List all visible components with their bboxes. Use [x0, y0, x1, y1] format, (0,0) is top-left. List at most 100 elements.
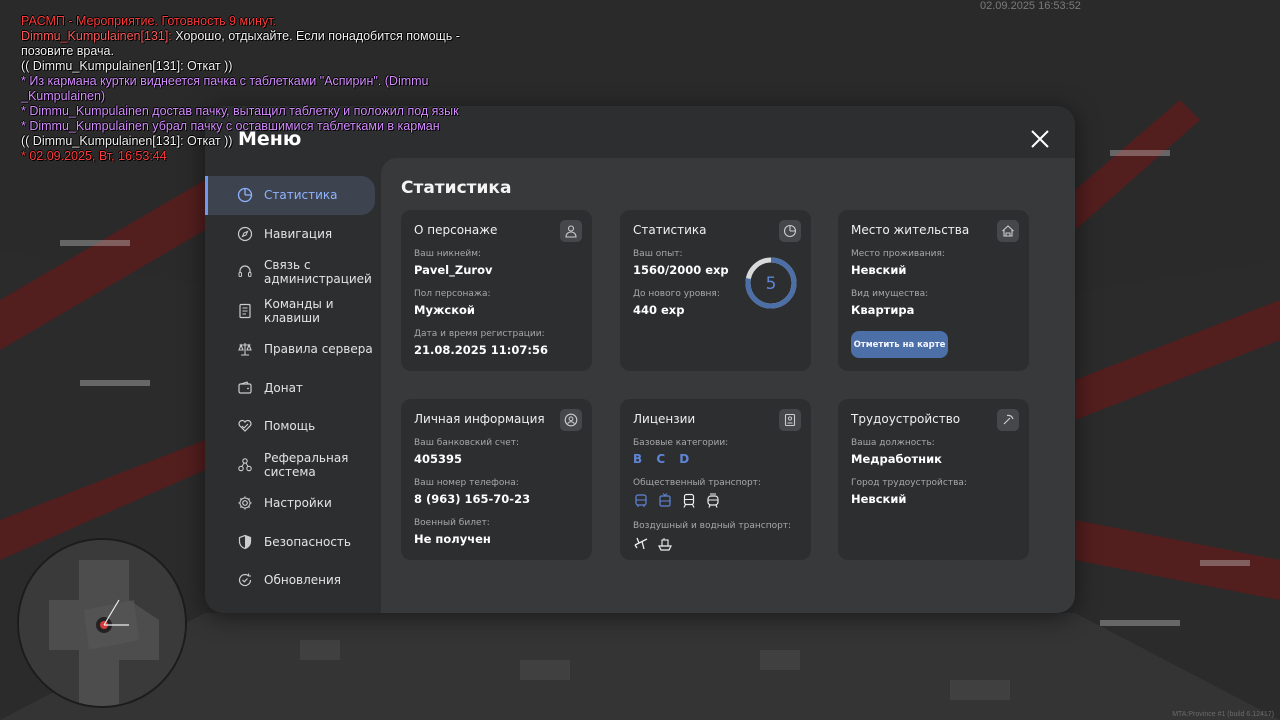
pie-chart-icon	[237, 188, 253, 203]
chat-line: * 02.09.2025, Вт, 16:53:44	[21, 149, 167, 163]
card-icon-box	[560, 409, 582, 431]
card-icon-box	[560, 220, 582, 242]
card-icon-box	[779, 220, 801, 242]
sidebar-item-donate[interactable]: Донат	[205, 369, 381, 408]
heart-hands-icon	[238, 420, 252, 433]
document-icon	[239, 303, 251, 318]
content-title: Статистика	[401, 178, 512, 198]
sidebar-item-navigation[interactable]: Навигация	[205, 215, 381, 254]
card-title: Место жительства	[851, 223, 970, 237]
residence-value: Невский	[851, 263, 907, 277]
nickname-value: Pavel_Zurov	[414, 263, 493, 277]
card-icon-box	[779, 409, 801, 431]
user-icon	[565, 225, 577, 238]
sidebar-item-label: Навигация	[264, 226, 333, 241]
card-residence: Место жительства Место проживания: Невск…	[838, 210, 1029, 371]
card-title: Трудоустройство	[851, 412, 961, 426]
sidebar-item-updates[interactable]: Обновления	[205, 561, 381, 600]
air-water-transport-icons	[633, 536, 798, 552]
public-transport-icons	[633, 493, 798, 509]
bank-account-label: Ваш банковский счет:	[414, 438, 520, 448]
main-menu-panel: Статистика Навигация Связь с администрац…	[205, 106, 1075, 613]
job-city-value: Невский	[851, 492, 907, 506]
chat-line: (( Dimmu_Kumpulainen[131]: Откат ))	[21, 59, 233, 73]
basic-categories-label: Базовые категории:	[633, 438, 729, 448]
phone-label: Ваш номер телефона:	[414, 478, 519, 488]
bank-account-value: 405395	[414, 452, 463, 466]
mark-on-map-button[interactable]: Отметить на карте	[851, 331, 948, 358]
sidebar-item-security[interactable]: Безопасность	[205, 523, 381, 562]
close-icon[interactable]	[1030, 129, 1050, 149]
phone-value: 8 (963) 165-70-23	[414, 492, 531, 506]
sidebar-item-commands[interactable]: Команды и клавиши	[205, 292, 381, 331]
sidebar-item-label: Статистика	[264, 188, 338, 203]
sidebar-item-settings[interactable]: Настройки	[205, 484, 381, 523]
card-employment: Трудоустройство Ваша должность: Медработ…	[838, 399, 1029, 560]
card-icon-box	[997, 220, 1019, 242]
sidebar-item-statistics[interactable]: Статистика	[205, 176, 375, 215]
sidebar-item-help[interactable]: Помощь	[205, 407, 381, 446]
train-icon	[683, 493, 695, 508]
ship-icon	[658, 538, 672, 551]
sidebar-item-label: Реферальная система	[264, 450, 349, 479]
sidebar-item-label: Помощь	[264, 419, 316, 434]
card-personal: Личная информация Ваш банковский счет: 4…	[401, 399, 592, 560]
profile-circle-icon	[564, 413, 578, 427]
chat-line: * Dimmu_Kumpulainen убрал пачку с оставш…	[21, 119, 440, 133]
registration-label: Дата и время регистрации:	[414, 329, 545, 339]
trolleybus-icon	[659, 493, 671, 507]
nickname-label: Ваш никнейм:	[414, 249, 482, 259]
level-number: 5	[766, 274, 777, 294]
card-title: Статистика	[633, 223, 707, 237]
position-value: Медработник	[851, 452, 942, 466]
air-water-transport-label: Воздушный и водный транспорт:	[633, 521, 792, 531]
sidebar-item-label: Связь с администрацией	[264, 258, 372, 287]
sidebar-item-rules[interactable]: Правила сервера	[205, 330, 381, 369]
public-transport-label: Общественный транспорт:	[633, 478, 761, 488]
sidebar-item-referral[interactable]: Реферальная система	[205, 446, 381, 485]
chat-line: Dimmu_Kumpulainen[131]: Хорошо, отдыхайт…	[21, 29, 501, 59]
chat-line: (( Dimmu_Kumpulainen[131]: Откат ))	[21, 134, 233, 148]
scales-icon	[238, 343, 252, 356]
job-city-label: Город трудоустройства:	[851, 478, 967, 488]
sidebar-item-label: Обновления	[264, 573, 342, 588]
pie-chart-icon	[783, 224, 797, 238]
plane-icon	[634, 537, 648, 550]
level-progress-ring: 5	[745, 257, 797, 309]
sidebar-item-label: Команды и клавиши	[264, 296, 334, 325]
registration-value: 21.08.2025 11:07:56	[414, 343, 548, 357]
card-title: Лицензии	[633, 412, 696, 426]
shield-icon	[238, 534, 252, 549]
bus-icon	[635, 494, 647, 507]
gear-icon	[238, 496, 252, 510]
sidebar-item-admin-contact[interactable]: Связь с администрацией	[205, 253, 381, 292]
card-title: О персонаже	[414, 223, 498, 237]
chat-line: * Из кармана куртки виднеется пачка с та…	[21, 74, 429, 103]
id-card-icon	[784, 413, 796, 427]
card-character: О персонаже Ваш никнейм: Pavel_Zurov Пол…	[401, 210, 592, 371]
basic-categories-value: B C D	[633, 452, 695, 466]
card-icon-box	[997, 409, 1019, 431]
sidebar-item-label: Настройки	[264, 496, 332, 511]
property-label: Вид имущества:	[851, 289, 929, 299]
pickaxe-icon	[1003, 414, 1014, 425]
property-value: Квартира	[851, 303, 915, 317]
network-icon	[238, 457, 252, 472]
menu-sidebar: Статистика Навигация Связь с администрац…	[205, 176, 381, 600]
timestamp: 02.09.2025 16:53:52	[980, 0, 1081, 12]
gender-value: Мужской	[414, 303, 475, 317]
sidebar-item-label: Донат	[264, 380, 303, 395]
gender-label: Пол персонажа:	[414, 289, 491, 299]
stats-content: Статистика О персонаже Ваш никнейм: Pave…	[381, 158, 1075, 613]
refresh-check-icon	[238, 573, 252, 587]
chat-line: * Dimmu_Kumpulainen достав пачку, вытащи…	[21, 104, 459, 118]
card-stats: Статистика Ваш опыт: 1560/2000 exp До но…	[620, 210, 811, 371]
headset-icon	[238, 265, 252, 278]
tram-icon	[707, 493, 719, 508]
chat-line: РАСМП - Мероприятие. Готовность 9 минут.	[21, 14, 277, 28]
card-licenses: Лицензии Базовые категории: B C D Общест…	[620, 399, 811, 560]
residence-label: Место проживания:	[851, 249, 945, 259]
wallet-icon	[238, 381, 252, 394]
military-id-value: Не получен	[414, 532, 491, 546]
minimap	[17, 538, 187, 708]
